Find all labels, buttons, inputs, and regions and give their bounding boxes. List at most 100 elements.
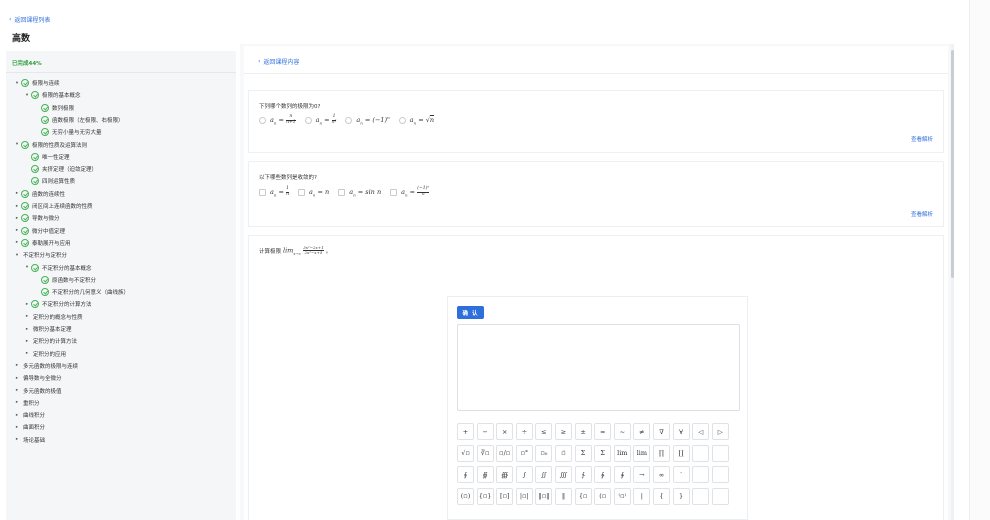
keyboard-key[interactable]: [692, 487, 710, 505]
keyboard-key[interactable]: [711, 487, 729, 505]
tree-item[interactable]: ▸ 函数的连续性: [6, 188, 65, 200]
tree-item[interactable]: ▸ 导数与微分: [6, 212, 60, 224]
radio-button[interactable]: [398, 116, 406, 124]
caret-right-icon[interactable]: ▸: [24, 339, 30, 344]
keyboard-key[interactable]: ×: [496, 423, 514, 440]
keyboard-key[interactable]: |: [633, 487, 651, 505]
confirm-button[interactable]: 确 认: [457, 306, 484, 319]
keyboard-key[interactable]: lim: [613, 444, 631, 462]
checkbox[interactable]: [390, 188, 398, 196]
keyboard-key[interactable]: −: [476, 423, 494, 440]
radio-button[interactable]: [304, 116, 312, 124]
keyboard-key[interactable]: ∮: [457, 466, 474, 483]
keyboard-key[interactable]: ∳: [613, 466, 631, 483]
option-a[interactable]: an = n n+1: [259, 115, 296, 125]
checkbox[interactable]: [297, 188, 305, 196]
tree-item[interactable]: ▾ 极限的性质及运算法则: [6, 139, 87, 151]
keyboard-key[interactable]: {▫}: [476, 487, 494, 505]
tree-item[interactable]: 四则运算性质: [6, 175, 75, 187]
caret-right-icon[interactable]: ▸: [14, 437, 20, 442]
caret-right-icon[interactable]: ▸: [24, 302, 30, 307]
back-to-course-content-link[interactable]: ‹ 返回课程内容: [258, 57, 299, 66]
keyboard-key[interactable]: ∰: [496, 466, 514, 483]
view-analysis-link[interactable]: 查看解析: [911, 135, 933, 143]
keyboard-key[interactable]: ∛▫: [476, 444, 494, 462]
keyboard-key[interactable]: ÷: [515, 423, 533, 440]
caret-right-icon[interactable]: ▸: [14, 363, 20, 368]
caret-right-icon[interactable]: ▸: [24, 314, 30, 319]
checkbox[interactable]: [338, 188, 346, 196]
keyboard-key[interactable]: ∀: [672, 423, 690, 440]
view-analysis-link[interactable]: 查看解析: [911, 210, 933, 218]
keyboard-key[interactable]: Σ: [574, 444, 592, 462]
tree-item[interactable]: ▸ 曲面积分: [6, 421, 45, 433]
keyboard-key[interactable]: Σ: [594, 444, 612, 462]
tree-item[interactable]: ▸ 微分中值定理: [6, 225, 65, 237]
keyboard-key[interactable]: ∞: [653, 466, 670, 483]
keyboard-key[interactable]: ▫̇: [555, 444, 572, 462]
keyboard-key[interactable]: {: [653, 487, 670, 505]
keyboard-key[interactable]: ≠: [633, 423, 651, 440]
keyboard-key[interactable]: ≈: [594, 423, 612, 440]
tree-item[interactable]: 不定积分的几何意义（曲线族）: [6, 286, 129, 298]
keyboard-key[interactable]: ±: [574, 423, 592, 440]
keyboard-key[interactable]: +: [457, 423, 474, 440]
option-c[interactable]: an = sin n: [338, 188, 381, 197]
answer-input-area[interactable]: [457, 324, 740, 411]
tree-item[interactable]: ▸ 多元函数的极限与连续: [6, 360, 78, 372]
caret-right-icon[interactable]: ▸: [14, 413, 20, 418]
caret-down-icon[interactable]: ▾: [14, 142, 20, 147]
keyboard-key[interactable]: |▫|: [515, 487, 533, 505]
caret-right-icon[interactable]: ▸: [24, 351, 30, 356]
caret-down-icon[interactable]: ▾: [24, 93, 30, 98]
option-d[interactable]: an = √n: [398, 116, 434, 125]
radio-button[interactable]: [345, 116, 353, 124]
tree-item[interactable]: ▸ 多元函数的极值: [6, 385, 62, 397]
caret-down-icon[interactable]: ▾: [24, 265, 30, 270]
caret-right-icon[interactable]: ▸: [14, 191, 20, 196]
keyboard-key[interactable]: ∬: [535, 466, 553, 483]
keyboard-key[interactable]: [711, 444, 729, 462]
caret-right-icon[interactable]: ▸: [14, 216, 20, 221]
caret-down-icon[interactable]: ▾: [14, 253, 20, 258]
caret-down-icon[interactable]: ▾: [14, 81, 20, 86]
keyboard-key[interactable]: ▫°: [515, 444, 533, 462]
keyboard-key[interactable]: [711, 466, 729, 483]
caret-right-icon[interactable]: ▸: [14, 388, 20, 393]
keyboard-key[interactable]: ∇: [653, 423, 670, 440]
caret-right-icon[interactable]: ▸: [14, 376, 20, 381]
checkbox[interactable]: [259, 188, 266, 196]
tree-item[interactable]: ▸ 曲线积分: [6, 409, 45, 421]
keyboard-key[interactable]: ∏: [653, 444, 670, 462]
keyboard-key[interactable]: ⁽▫⁾: [613, 487, 631, 505]
tree-item[interactable]: ▸ 重积分: [6, 397, 40, 409]
keyboard-key[interactable]: ▫₀: [535, 444, 553, 462]
tree-item[interactable]: ▸ 微积分基本定理: [6, 323, 72, 335]
tree-item[interactable]: ▸ 不定积分的计算方法: [6, 298, 92, 310]
keyboard-key[interactable]: ∫: [515, 466, 533, 483]
tree-item[interactable]: ▸ 闭区间上连续函数的性质: [6, 200, 93, 212]
keyboard-key[interactable]: ∭: [555, 466, 572, 483]
keyboard-key[interactable]: ∯: [476, 466, 494, 483]
caret-right-icon[interactable]: ▸: [14, 204, 20, 209]
keyboard-key[interactable]: ′: [672, 466, 690, 483]
tree-item[interactable]: 无穷小量与无穷大量: [6, 126, 102, 138]
keyboard-key[interactable]: }: [672, 487, 690, 505]
keyboard-key[interactable]: ~: [613, 423, 631, 440]
tree-item[interactable]: ▾ 不定积分与定积分: [6, 249, 67, 261]
caret-right-icon[interactable]: ▸: [24, 327, 30, 332]
tree-item[interactable]: ▸ 定积分的应用: [6, 348, 66, 360]
tree-item[interactable]: 唯一性定理: [6, 151, 70, 163]
caret-right-icon[interactable]: ▸: [14, 425, 20, 430]
scrollbar-thumb[interactable]: [951, 50, 954, 278]
keyboard-key[interactable]: ∱: [574, 466, 592, 483]
keyboard-key[interactable]: [▫]: [496, 487, 514, 505]
radio-button[interactable]: [259, 116, 266, 124]
keyboard-key[interactable]: [692, 444, 710, 462]
tree-item[interactable]: 数列极限: [6, 102, 74, 114]
tree-item[interactable]: ▾ 不定积分的基本概念: [6, 262, 92, 274]
keyboard-key[interactable]: lim: [633, 444, 651, 462]
keyboard-key[interactable]: ∲: [594, 466, 612, 483]
keyboard-key[interactable]: →: [633, 466, 651, 483]
caret-right-icon[interactable]: ▸: [14, 400, 20, 405]
